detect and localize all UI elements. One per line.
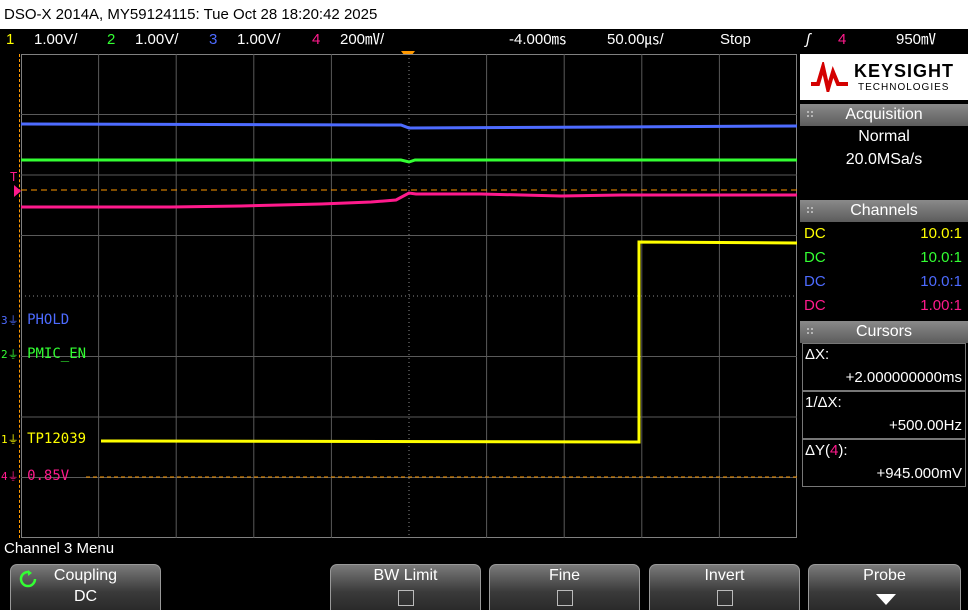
logo-subtext: TECHNOLOGIES [858, 82, 950, 93]
probe-label: Probe [863, 567, 906, 584]
trigger-level[interactable]: 950㎷ [896, 29, 936, 50]
ch2-label[interactable]: 2⏚ PMIC_EN [1, 346, 86, 362]
coupling-softkey[interactable]: Coupling DC [10, 564, 161, 610]
ch4-label[interactable]: 4⏚ 0.85V [1, 468, 69, 484]
coupling-value: DC [73, 588, 98, 605]
ch2-number[interactable]: 2 [107, 29, 115, 50]
cursors-body: ΔX: +2.000000000ms 1/ΔX: +500.00Hz ΔY(4)… [800, 343, 968, 493]
ch4-number[interactable]: 4 [312, 29, 320, 50]
ch1-coupling: DC [804, 225, 826, 242]
acquisition-title: Acquisition [845, 106, 923, 123]
timebase-scale[interactable]: 50.00㎲/ [607, 29, 664, 50]
fine-label: Fine [548, 567, 581, 584]
dx-value: +2.000000000ms [845, 369, 962, 386]
dy-label: ΔY(4): [805, 442, 848, 459]
fine-checkbox[interactable] [556, 590, 573, 606]
acq-rate: 20.0MSa/s [845, 151, 923, 168]
ch3-number[interactable]: 3 [209, 29, 217, 50]
bw-limit-softkey[interactable]: BW Limit [330, 564, 481, 610]
dy-value: +945.000mV [876, 465, 962, 482]
acquisition-header[interactable]: Acquisition [800, 104, 968, 126]
ch3-label[interactable]: 3⏚ PHOLD [1, 312, 69, 328]
horizontal-delay[interactable]: -4.000㎳ [509, 29, 567, 50]
ch3-scale[interactable]: 1.00V/ [237, 29, 280, 50]
keysight-logo: KEYSIGHT TECHNOLOGIES [800, 54, 968, 100]
fine-softkey[interactable]: Fine [489, 564, 640, 610]
channels-title: Channels [850, 202, 918, 219]
ch2-scale[interactable]: 1.00V/ [135, 29, 178, 50]
coupling-label: Coupling [53, 567, 118, 584]
logo-text: KEYSIGHT [854, 61, 955, 81]
run-state[interactable]: Stop [720, 29, 751, 50]
inv-dx-value: +500.00Hz [889, 417, 962, 434]
side-panel: KEYSIGHT TECHNOLOGIES Acquisition Normal… [800, 54, 968, 538]
invert-checkbox[interactable] [716, 590, 733, 606]
invert-softkey[interactable]: Invert [649, 564, 800, 610]
invert-label: Invert [704, 567, 745, 584]
window-title: DSO-X 2014A, MY59124115: Tue Oct 28 18:2… [0, 0, 968, 29]
ch4-probe: 1.00:1 [920, 297, 962, 314]
trigger-marker: T [10, 170, 18, 184]
status-bar: 1 1.00V/ 2 1.00V/ 3 1.00V/ 4 200㎷/ -4.00… [0, 29, 968, 50]
bw-limit-label: BW Limit [373, 567, 438, 584]
channels-body: DC 10.0:1 DC 10.0:1 DC 10.0:1 DC 1.00:1 [800, 222, 968, 320]
trigger-slope-icon: ʃ [806, 31, 811, 48]
ch4-scale[interactable]: 200㎷/ [340, 29, 384, 50]
bw-limit-checkbox[interactable] [397, 590, 414, 606]
ch2-probe: 10.0:1 [920, 249, 962, 266]
ch1-label[interactable]: 1⏚ TP12039 [1, 431, 86, 447]
inv-dx-label: 1/ΔX: [805, 394, 842, 411]
cursors-title: Cursors [855, 323, 912, 340]
acquisition-body: Normal 20.0MSa/s [800, 126, 968, 198]
ch1-scale[interactable]: 1.00V/ [34, 29, 77, 50]
keysight-wave-icon [811, 62, 848, 92]
ch2-coupling: DC [804, 249, 826, 266]
cursors-header[interactable]: Cursors [800, 321, 968, 343]
acq-mode: Normal [858, 128, 910, 145]
menu-title: Channel 3 Menu [4, 540, 115, 557]
dx-label: ΔX: [805, 346, 830, 363]
ch4-coupling: DC [804, 297, 826, 314]
ch1-number[interactable]: 1 [6, 29, 14, 50]
ch3-coupling: DC [804, 273, 826, 290]
ch1-probe: 10.0:1 [920, 225, 962, 242]
trigger-arrow-icon [14, 185, 21, 197]
trigger-source[interactable]: 4 [838, 29, 846, 50]
channels-header[interactable]: Channels [800, 200, 968, 222]
ch3-probe: 10.0:1 [920, 273, 962, 290]
probe-softkey[interactable]: Probe [808, 564, 961, 610]
submenu-arrow-down-icon [876, 594, 896, 605]
waveform-display[interactable] [21, 54, 797, 538]
